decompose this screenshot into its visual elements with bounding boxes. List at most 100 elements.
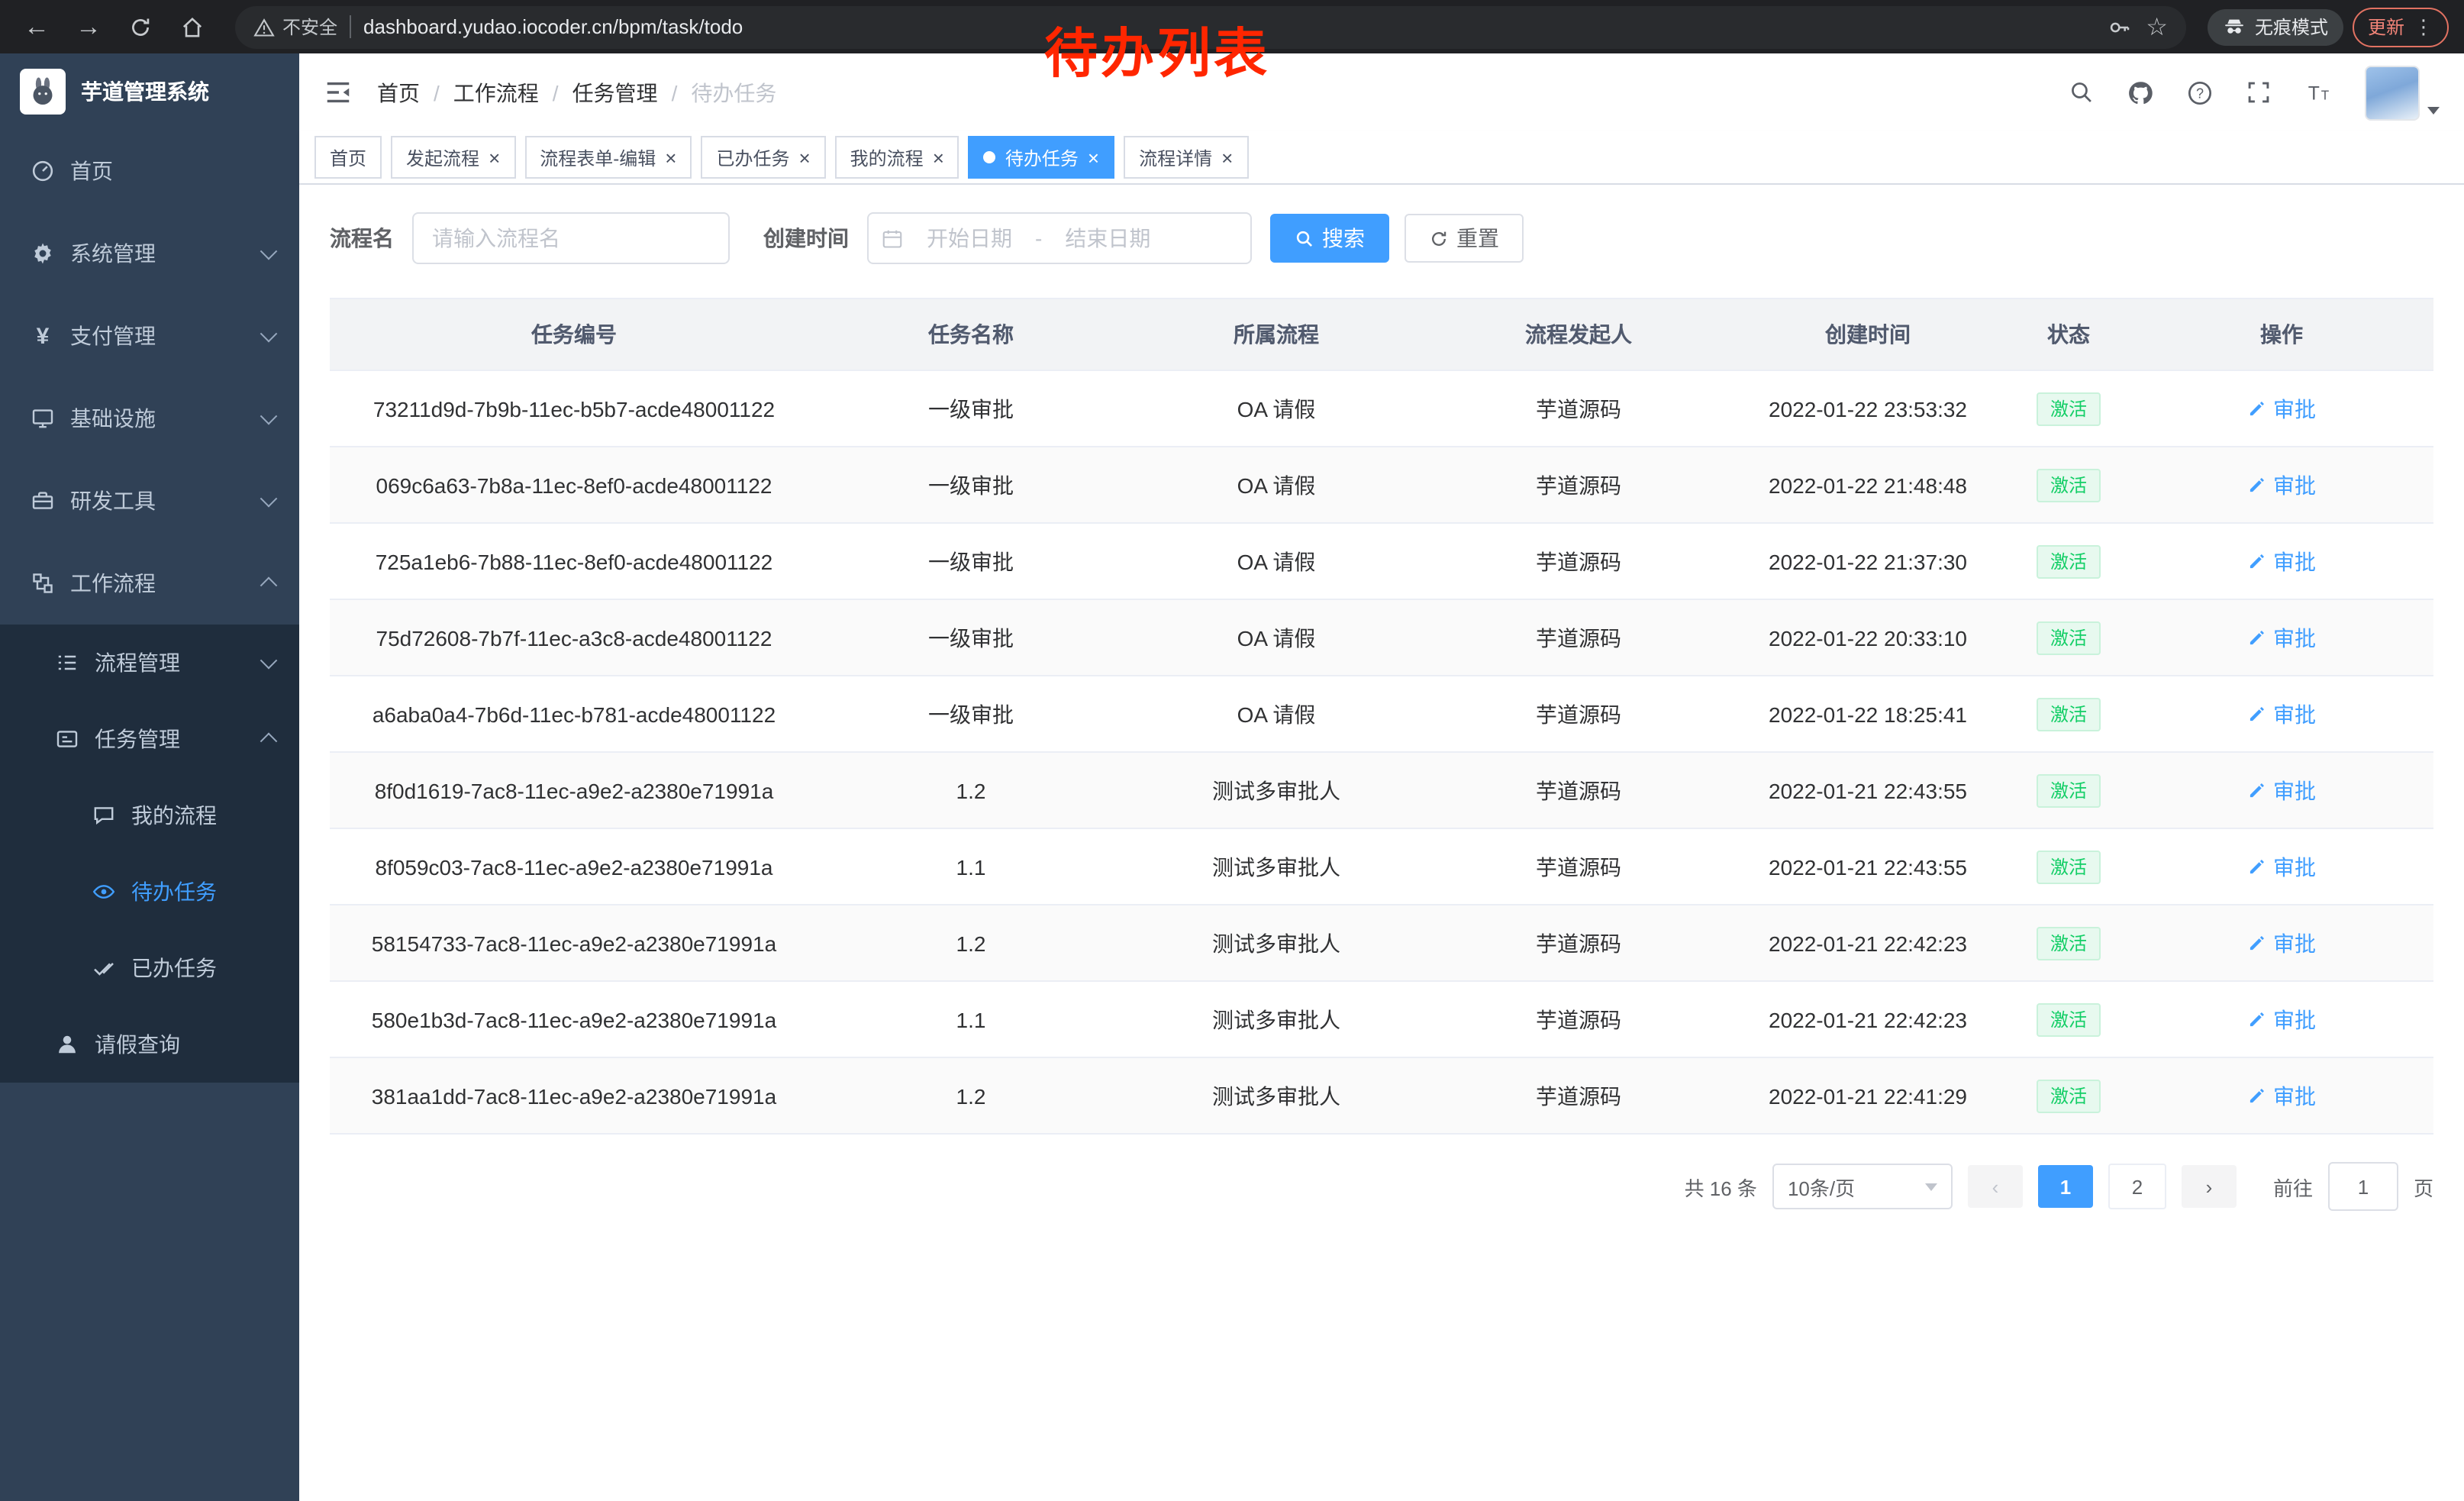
status-badge: 激活	[2037, 773, 2101, 807]
back-icon[interactable]: ←	[15, 5, 58, 48]
breadcrumb-current: 待办任务	[691, 77, 776, 108]
tab-start-process[interactable]: 发起流程×	[391, 136, 515, 179]
page-size-select[interactable]: 10条/页	[1772, 1164, 1953, 1209]
close-icon[interactable]: ×	[933, 147, 944, 167]
chevron-down-icon	[260, 243, 278, 260]
fullscreen-icon[interactable]	[2246, 79, 2272, 105]
cell-status: 激活	[2008, 621, 2130, 654]
approve-link[interactable]: 审批	[2247, 393, 2316, 424]
cell-task-name: 1.1	[818, 1007, 1124, 1031]
search-button[interactable]: 搜索	[1270, 214, 1389, 263]
cell-task-name: 1.2	[818, 931, 1124, 955]
breadcrumb-home[interactable]: 首页	[377, 77, 420, 108]
edit-icon	[2247, 1086, 2267, 1106]
approve-link[interactable]: 审批	[2247, 851, 2316, 882]
sidebar-item-infrastructure[interactable]: 基础设施	[0, 377, 299, 460]
clipboard-icon	[55, 727, 79, 751]
col-initiator: 流程发起人	[1429, 319, 1728, 350]
edit-icon	[2247, 628, 2267, 647]
security-label[interactable]: 不安全	[253, 14, 337, 40]
status-badge: 激活	[2037, 468, 2101, 502]
reset-button[interactable]: 重置	[1405, 214, 1524, 263]
goto-page-input[interactable]	[2328, 1162, 2398, 1211]
user-menu[interactable]	[2365, 65, 2440, 120]
process-name-label: 流程名	[330, 223, 394, 253]
sidebar-item-dev-tools[interactable]: 研发工具	[0, 460, 299, 542]
start-date-input[interactable]	[910, 224, 1029, 252]
date-range-picker[interactable]: -	[867, 212, 1252, 264]
eye-icon	[92, 880, 116, 904]
url-text[interactable]: dashboard.yudao.iocoder.cn/bpm/task/todo	[363, 15, 2094, 38]
approve-link[interactable]: 审批	[2247, 546, 2316, 576]
close-icon[interactable]: ×	[1221, 147, 1233, 167]
sidebar-item-process-mgmt[interactable]: 流程管理	[0, 625, 299, 701]
close-icon[interactable]: ×	[798, 147, 810, 167]
sidebar-item-workflow[interactable]: 工作流程	[0, 542, 299, 625]
end-date-input[interactable]	[1048, 224, 1167, 252]
col-status: 状态	[2008, 319, 2130, 350]
prev-page-button[interactable]: ‹	[1968, 1165, 2023, 1208]
breadcrumb-task-mgmt[interactable]: 任务管理	[572, 77, 658, 108]
avatar[interactable]	[2365, 65, 2420, 120]
page-button-1[interactable]: 1	[2038, 1165, 2093, 1208]
cell-task-id: 580e1b3d-7ac8-11ec-a9e2-a2380e71991a	[330, 1007, 818, 1031]
sidebar-item-task-mgmt[interactable]: 任务管理	[0, 701, 299, 777]
cell-task-id: 725a1eb6-7b88-11ec-8ef0-acde48001122	[330, 549, 818, 573]
warning-icon	[253, 16, 275, 37]
col-actions: 操作	[2130, 319, 2433, 350]
reload-icon[interactable]	[119, 5, 162, 48]
col-created: 创建时间	[1728, 319, 2008, 350]
help-icon[interactable]: ?	[2186, 79, 2214, 106]
tab-done-task[interactable]: 已办任务×	[701, 136, 825, 179]
sidebar-item-todo-task[interactable]: 待办任务	[0, 854, 299, 930]
approve-link[interactable]: 审批	[2247, 775, 2316, 805]
tab-todo-task[interactable]: 待办任务×	[969, 136, 1114, 179]
table-row: 069c6a63-7b8a-11ec-8ef0-acde48001122 一级审…	[330, 447, 2433, 524]
sidebar-item-system-mgmt[interactable]: 系统管理	[0, 212, 299, 295]
more-vert-icon[interactable]: ⋮	[2414, 15, 2433, 39]
close-icon[interactable]: ×	[665, 147, 676, 167]
close-icon[interactable]: ×	[1088, 147, 1099, 167]
app-logo-row[interactable]: 芋道管理系统	[0, 53, 299, 130]
search-icon[interactable]	[2069, 79, 2095, 105]
sidebar-item-label: 请假查询	[95, 1029, 275, 1060]
next-page-button[interactable]: ›	[2182, 1165, 2237, 1208]
sidebar-item-leave-query[interactable]: 请假查询	[0, 1006, 299, 1083]
tab-my-process[interactable]: 我的流程×	[835, 136, 959, 179]
sidebar-item-home[interactable]: 首页	[0, 130, 299, 212]
close-icon[interactable]: ×	[489, 147, 500, 167]
approve-link[interactable]: 审批	[2247, 1004, 2316, 1035]
address-bar[interactable]: 不安全 dashboard.yudao.iocoder.cn/bpm/task/…	[235, 5, 2186, 48]
cell-actions: 审批	[2130, 851, 2433, 882]
cell-task-id: 75d72608-7b7f-11ec-a3c8-acde48001122	[330, 625, 818, 650]
process-name-input[interactable]	[412, 212, 730, 264]
sidebar-item-done-task[interactable]: 已办任务	[0, 930, 299, 1006]
github-icon[interactable]	[2127, 79, 2154, 106]
approve-link[interactable]: 审批	[2247, 928, 2316, 958]
sidebar-item-my-process[interactable]: 我的流程	[0, 777, 299, 854]
tab-process-form-edit[interactable]: 流程表单-编辑×	[524, 136, 692, 179]
approve-link[interactable]: 审批	[2247, 470, 2316, 500]
home-icon[interactable]	[171, 5, 214, 48]
cell-actions: 审批	[2130, 928, 2433, 958]
key-icon[interactable]	[2106, 15, 2130, 39]
approve-link[interactable]: 审批	[2247, 699, 2316, 729]
bookmark-star-icon[interactable]: ☆	[2146, 11, 2168, 42]
approve-link[interactable]: 审批	[2247, 622, 2316, 653]
sidebar: 芋道管理系统 首页 系统管理 ¥ 支付管理	[0, 53, 299, 1501]
page-button-2[interactable]: 2	[2108, 1164, 2166, 1209]
tab-process-detail[interactable]: 流程详情×	[1124, 136, 1248, 179]
approve-link[interactable]: 审批	[2247, 1080, 2316, 1111]
cell-initiator: 芋道源码	[1429, 775, 1728, 805]
tab-home[interactable]: 首页	[314, 136, 382, 179]
table-row: a6aba0a4-7b6d-11ec-b781-acde48001122 一级审…	[330, 676, 2433, 753]
update-button[interactable]: 更新 ⋮	[2353, 7, 2449, 47]
sidebar-collapse-icon[interactable]	[324, 78, 353, 107]
sidebar-item-payment-mgmt[interactable]: ¥ 支付管理	[0, 295, 299, 377]
forward-icon[interactable]: →	[67, 5, 110, 48]
workflow-icon	[31, 571, 55, 596]
font-size-icon[interactable]: TT	[2304, 78, 2333, 107]
table-header: 任务编号 任务名称 所属流程 流程发起人 创建时间 状态 操作	[330, 299, 2433, 371]
breadcrumb-workflow[interactable]: 工作流程	[453, 77, 539, 108]
app-logo	[20, 69, 66, 115]
